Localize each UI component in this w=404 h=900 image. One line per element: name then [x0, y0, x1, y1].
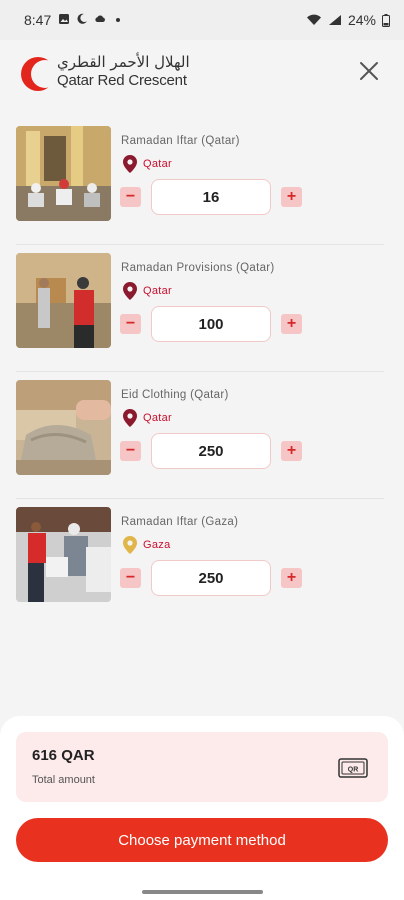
- item-location: Qatar: [123, 409, 172, 427]
- cart-items-list: Ramadan Iftar (Qatar) Qatar − 16 + Ramad…: [0, 118, 404, 625]
- cart-item: Eid Clothing (Qatar) Qatar − 250 +: [16, 372, 384, 499]
- crescent-icon: [21, 57, 56, 91]
- cart-item: Ramadan Iftar (Qatar) Qatar − 16 +: [16, 118, 384, 245]
- signal-icon: [328, 15, 341, 25]
- status-bar: 8:47 24%: [0, 0, 404, 40]
- location-pin-icon: [123, 409, 137, 427]
- checkout-sheet: 616 QAR Total amount QR Choose payment m…: [0, 716, 404, 900]
- quantity-input[interactable]: 250: [151, 433, 271, 469]
- battery-icon: [382, 13, 390, 27]
- qrc-logo: الهلال الأحمر القطري Qatar Red Crescent: [20, 52, 200, 104]
- item-location-text: Gaza: [143, 539, 171, 551]
- item-location: Gaza: [123, 536, 171, 554]
- gallery-icon: [59, 14, 69, 24]
- cart-item: Ramadan Iftar (Gaza) Gaza − 250 +: [16, 499, 384, 625]
- wifi-icon: [306, 14, 321, 25]
- decrement-button[interactable]: −: [120, 441, 141, 461]
- quantity-input[interactable]: 100: [151, 306, 271, 342]
- qar-currency-icon: QR: [338, 758, 368, 778]
- cloud-icon: [95, 15, 105, 22]
- total-card: 616 QAR Total amount QR: [16, 732, 388, 802]
- decrement-button[interactable]: −: [120, 314, 141, 334]
- home-indicator[interactable]: [142, 890, 263, 894]
- item-thumbnail: [16, 507, 111, 602]
- item-thumbnail: [16, 253, 111, 348]
- location-pin-icon: [123, 282, 137, 300]
- increment-button[interactable]: +: [281, 314, 302, 334]
- quantity-stepper: − 250 +: [120, 433, 404, 469]
- total-amount: 616 QAR: [32, 747, 95, 764]
- increment-button[interactable]: +: [281, 568, 302, 588]
- battery-text: 24%: [347, 12, 376, 28]
- quantity-stepper: − 100 +: [120, 306, 404, 342]
- decrement-button[interactable]: −: [120, 187, 141, 207]
- quantity-input[interactable]: 16: [151, 179, 271, 215]
- quantity-input[interactable]: 250: [151, 560, 271, 596]
- moon-icon: [77, 13, 87, 24]
- item-thumbnail: [16, 380, 111, 475]
- quantity-stepper: − 16 +: [120, 179, 404, 215]
- cart-item: Ramadan Provisions (Qatar) Qatar − 100 +: [16, 245, 384, 372]
- status-time: 8:47: [24, 12, 52, 28]
- decrement-button[interactable]: −: [120, 568, 141, 588]
- item-location-text: Qatar: [143, 285, 173, 297]
- item-thumbnail: [16, 126, 111, 221]
- item-location: Qatar: [123, 282, 172, 300]
- item-title: Ramadan Provisions (Qatar): [121, 262, 275, 274]
- quantity-stepper: − 250 +: [120, 560, 404, 596]
- location-pin-icon: [123, 155, 137, 173]
- qar-icon-label: QR: [348, 767, 359, 774]
- increment-button[interactable]: +: [281, 441, 302, 461]
- dot-icon: [116, 18, 120, 22]
- item-location: Qatar: [123, 155, 172, 173]
- logo-english-text: Qatar Red Crescent: [57, 72, 187, 89]
- increment-button[interactable]: +: [281, 187, 302, 207]
- status-notification-icons: [58, 13, 124, 25]
- item-title: Eid Clothing (Qatar): [121, 389, 229, 401]
- total-label: Total amount: [32, 774, 95, 786]
- status-right: 24%: [306, 12, 390, 28]
- location-pin-icon: [123, 536, 137, 554]
- logo-arabic-text: الهلال الأحمر القطري: [57, 53, 190, 71]
- close-icon[interactable]: [358, 60, 380, 82]
- item-location-text: Qatar: [143, 158, 173, 170]
- item-title: Ramadan Iftar (Gaza): [121, 516, 239, 528]
- item-title: Ramadan Iftar (Qatar): [121, 135, 240, 147]
- item-location-text: Qatar: [143, 412, 173, 424]
- choose-payment-button[interactable]: Choose payment method: [16, 818, 388, 862]
- app-header: الهلال الأحمر القطري Qatar Red Crescent: [0, 40, 404, 112]
